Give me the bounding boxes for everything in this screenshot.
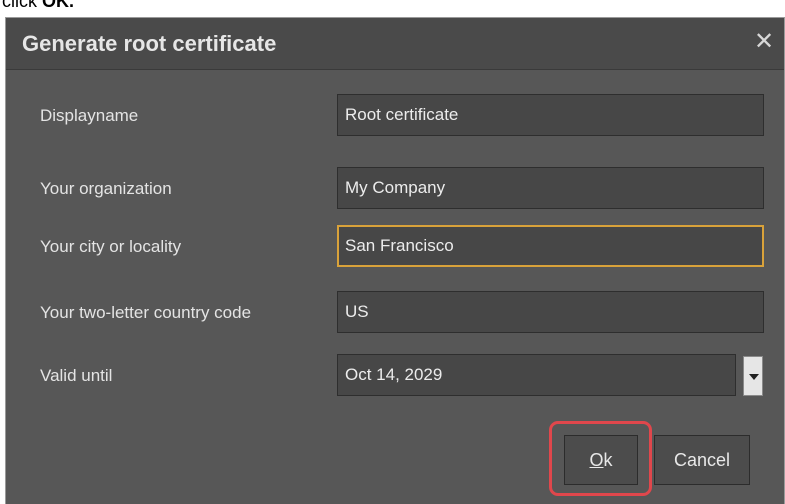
ok-button-rest: k	[603, 450, 613, 470]
cancel-button[interactable]: Cancel	[654, 435, 750, 485]
dialog-titlebar: Generate root certificate ✕	[6, 18, 784, 70]
row-organization: Your organization	[6, 167, 784, 211]
displayname-label: Displayname	[40, 106, 139, 125]
row-valid-until: Valid until	[6, 354, 784, 398]
organization-field[interactable]	[337, 167, 764, 209]
instruction-prefix: click	[2, 0, 42, 11]
valid-until-field[interactable]	[337, 354, 736, 396]
organization-label: Your organization	[40, 179, 172, 198]
chevron-down-icon	[749, 374, 759, 380]
row-country-code: Your two-letter country code	[6, 291, 784, 335]
instruction-text: click OK.	[2, 0, 75, 11]
city-label: Your city or locality	[40, 237, 182, 256]
dialog-title: Generate root certificate	[22, 31, 277, 56]
instruction-strong: OK.	[42, 0, 75, 11]
country-code-field[interactable]	[337, 291, 764, 333]
city-field[interactable]	[337, 225, 764, 267]
row-displayname: Displayname	[6, 94, 784, 138]
ok-mnemonic: O	[589, 450, 604, 470]
displayname-field[interactable]	[337, 94, 764, 136]
date-dropdown-button[interactable]	[743, 356, 763, 396]
ok-button[interactable]: Ok	[564, 435, 638, 485]
row-city: Your city or locality	[6, 225, 784, 269]
valid-until-label: Valid until	[40, 366, 113, 385]
close-icon[interactable]: ✕	[752, 30, 776, 54]
country-code-label: Your two-letter country code	[40, 303, 252, 322]
generate-root-certificate-dialog: Generate root certificate ✕ Displayname …	[5, 17, 785, 504]
